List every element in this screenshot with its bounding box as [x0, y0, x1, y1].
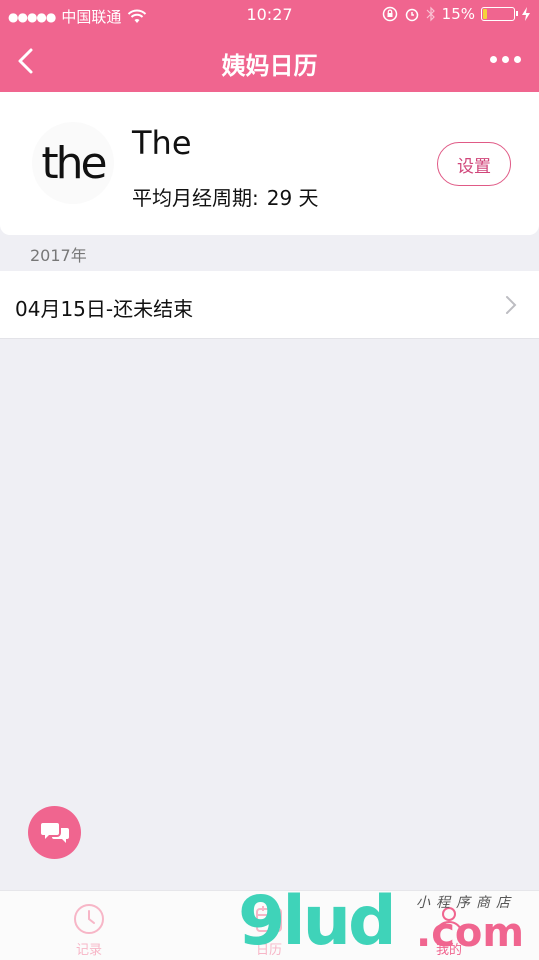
page-title: 姨妈日历	[221, 52, 318, 80]
cycle-value: 29 天	[266, 186, 319, 210]
year-header: 2017年	[30, 246, 87, 265]
user-icon	[436, 907, 462, 933]
cycle-label: 平均月经周期:	[132, 186, 259, 210]
charging-bolt-icon	[522, 7, 530, 21]
avatar[interactable]: the	[32, 122, 114, 204]
chat-bubbles-icon	[40, 822, 69, 843]
chat-button[interactable]	[28, 806, 81, 859]
more-dot	[502, 56, 509, 63]
tab-label: 记录	[75, 943, 102, 958]
tab-records[interactable]: 记录	[29, 891, 149, 960]
average-cycle: 平均月经周期: 29 天	[132, 182, 319, 211]
tab-calendar[interactable]: 日历	[209, 891, 329, 960]
more-dot	[514, 56, 521, 63]
settings-button[interactable]: 设置	[437, 142, 511, 186]
list-item[interactable]: 04月15日-还未结束	[0, 271, 539, 339]
profile-name: The	[132, 124, 192, 162]
chevron-right-icon	[506, 296, 517, 314]
status-right: 15%	[382, 5, 531, 23]
tab-label: 我的	[435, 943, 462, 958]
bluetooth-icon	[426, 6, 435, 22]
tab-mine[interactable]: 我的	[389, 891, 509, 960]
battery-percent: 15%	[441, 5, 475, 23]
clock-icon	[74, 904, 104, 934]
profile-card: the The 平均月经周期: 29 天 设置	[0, 92, 539, 235]
status-bar: ●●●●● 中国联通 10:27 15%	[0, 0, 539, 30]
battery-icon	[481, 7, 518, 21]
tab-label: 日历	[255, 943, 282, 958]
calendar-icon	[256, 906, 282, 932]
rotation-lock-icon	[382, 6, 397, 22]
nav-bar: 姨妈日历	[0, 30, 539, 92]
battery-level	[483, 9, 487, 19]
tab-bar: 记录 日历 我的	[0, 890, 539, 960]
more-options-icon[interactable]	[490, 56, 521, 63]
more-dot	[490, 56, 497, 63]
alarm-icon	[405, 8, 418, 22]
record-date-range: 04月15日-还未结束	[15, 297, 194, 321]
